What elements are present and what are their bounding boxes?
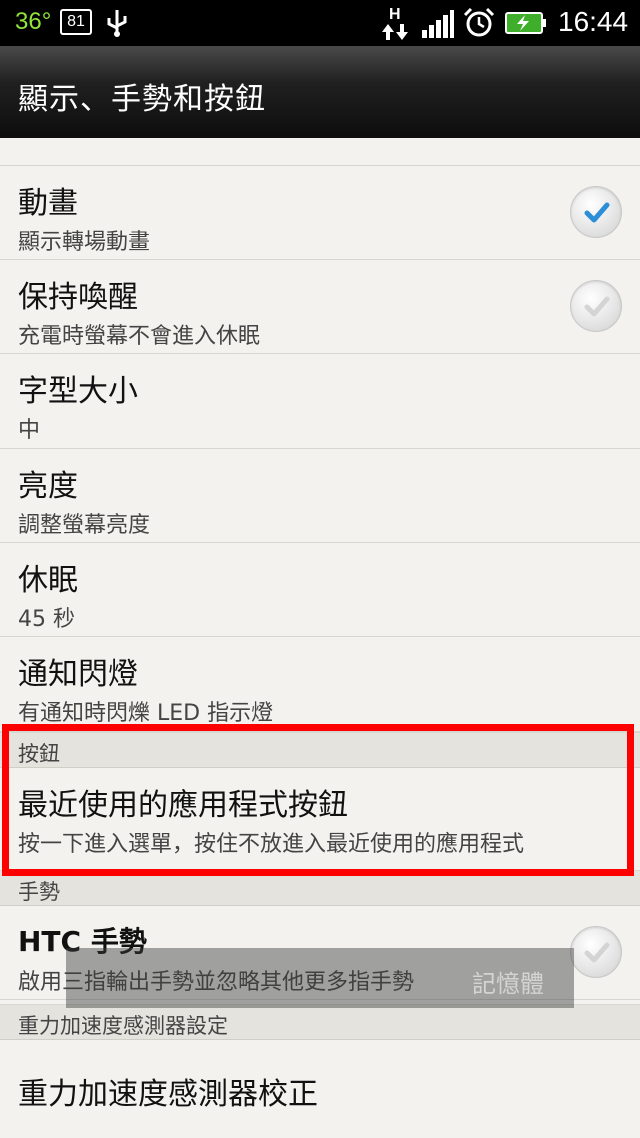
animation-checkbox[interactable]	[570, 186, 622, 238]
section-header-gsensor: 重力加速度感測器設定	[0, 1004, 640, 1040]
list-item-title: 重力加速度感測器校正	[18, 1077, 318, 1112]
section-label: 手勢	[18, 880, 60, 904]
checkmark-icon	[584, 202, 610, 223]
list-item-title: 亮度	[18, 469, 78, 504]
list-item-title: 保持喚醒	[18, 280, 138, 315]
htc-gesture-checkbox[interactable]	[570, 926, 622, 978]
list-item-animation[interactable]: 動畫 顯示轉場動畫	[0, 166, 640, 260]
toast-message: 記憶體	[66, 948, 574, 1008]
list-item-font-size[interactable]: 字型大小 中	[0, 354, 640, 449]
list-item-subtitle: 顯示轉場動畫	[18, 230, 151, 255]
alarm-icon	[463, 7, 495, 37]
battery-percent-badge: 81	[60, 9, 92, 35]
section-label: 重力加速度感測器設定	[18, 1014, 228, 1038]
usb-icon	[107, 10, 127, 37]
list-item-title: 動畫	[18, 186, 78, 221]
list-item-subtitle: 中	[18, 418, 41, 443]
checkmark-icon	[584, 296, 610, 317]
h-network-icon: H	[382, 6, 408, 40]
toast-text: 記憶體	[472, 970, 544, 998]
list-item-title: 字型大小	[18, 374, 138, 409]
network-type-label: H	[389, 6, 401, 23]
list-item-stay-awake[interactable]: 保持喚醒 充電時螢幕不會進入休眠	[0, 260, 640, 354]
status-bar: 36° 81 H 16:44	[0, 0, 640, 46]
list-item-subtitle: 充電時螢幕不會進入休眠	[18, 324, 261, 349]
list-item-subtitle: 調整螢幕亮度	[18, 513, 151, 538]
list-item-brightness[interactable]: 亮度 調整螢幕亮度	[0, 449, 640, 543]
list-item-sleep[interactable]: 休眠 45 秒	[0, 543, 640, 637]
list-item-subtitle: 45 秒	[18, 607, 75, 632]
title-bar: 顯示、手勢和按鈕	[0, 46, 640, 138]
list-item-partial	[0, 138, 640, 166]
highlight-box	[2, 724, 634, 876]
list-item-notification-light[interactable]: 通知閃燈 有通知時閃爍 LED 指示燈	[0, 637, 640, 732]
temperature-indicator: 36°	[15, 8, 52, 35]
battery-charging-icon	[505, 12, 546, 34]
page-title: 顯示、手勢和按鈕	[18, 82, 266, 117]
signal-icon	[422, 10, 454, 38]
list-item-title: 通知閃燈	[18, 657, 138, 692]
stay-awake-checkbox[interactable]	[570, 280, 622, 332]
clock: 16:44	[558, 6, 629, 37]
list-item-subtitle: 有通知時閃爍 LED 指示燈	[18, 701, 274, 726]
checkmark-icon	[584, 942, 610, 963]
list-item-gsensor-calibration[interactable]: 重力加速度感測器校正	[0, 1041, 640, 1138]
list-item-title: 休眠	[18, 563, 78, 598]
